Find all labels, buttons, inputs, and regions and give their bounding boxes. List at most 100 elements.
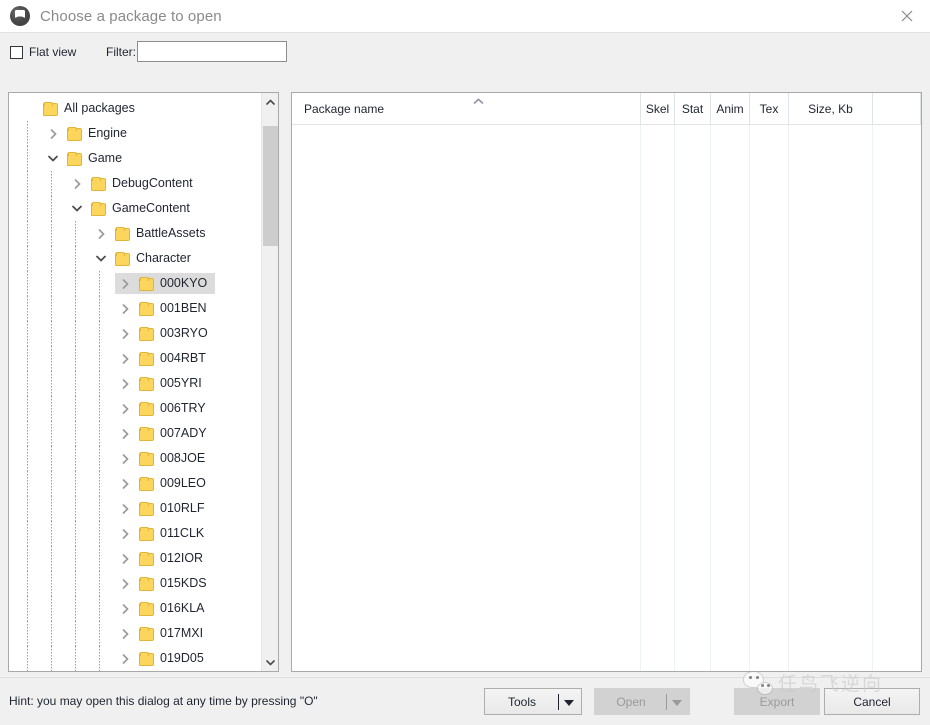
chevron-right-icon	[122, 303, 129, 314]
tree-guide-line	[99, 446, 100, 471]
package-list-body[interactable]	[292, 125, 921, 671]
tree-expander-collapsed[interactable]	[117, 451, 133, 467]
package-tree[interactable]: All packages Engine Game DebugContent GameCo…	[9, 93, 261, 671]
chevron-right-icon	[122, 278, 129, 289]
tree-vertical-scrollbar[interactable]	[261, 93, 278, 671]
folder-icon	[115, 226, 131, 241]
tree-guide-line	[51, 621, 52, 646]
tree-item-000kyo[interactable]: 000KYO	[9, 271, 261, 296]
tree-guide-line	[27, 546, 28, 571]
column-header-label: Stat	[681, 101, 704, 116]
tree-item-017mxi[interactable]: 017MXI	[9, 621, 261, 646]
scrollbar-thumb[interactable]	[263, 126, 278, 246]
tree-item-005yri[interactable]: 005YRI	[9, 371, 261, 396]
tree-expander-expanded[interactable]	[93, 251, 109, 267]
tree-guide-line	[99, 421, 100, 446]
column-header-skel[interactable]: Skel	[641, 93, 675, 124]
tree-expander-collapsed	[21, 101, 37, 117]
tree-guide-line	[75, 646, 76, 671]
tree-expander-collapsed[interactable]	[117, 576, 133, 592]
column-header-blank[interactable]	[873, 93, 921, 124]
tools-button[interactable]: Tools	[484, 688, 582, 715]
open-button-label: Open	[616, 694, 646, 709]
column-gridline	[674, 125, 675, 671]
tree-item-016kla[interactable]: 016KLA	[9, 596, 261, 621]
filter-input[interactable]	[137, 41, 287, 62]
tree-expander-collapsed[interactable]	[117, 351, 133, 367]
tree-item-label: 009LEO	[160, 476, 206, 490]
tree-expander-collapsed[interactable]	[93, 226, 109, 242]
tree-guide-line	[51, 496, 52, 521]
column-header-stat[interactable]: Stat	[675, 93, 711, 124]
chevron-up-icon	[473, 98, 483, 104]
chevron-right-icon	[122, 403, 129, 414]
tree-expander-expanded[interactable]	[45, 151, 61, 167]
tree-guide-line	[51, 371, 52, 396]
tree-item-003ryo[interactable]: 003RYO	[9, 321, 261, 346]
tree-expander-collapsed[interactable]	[117, 551, 133, 567]
tree-expander-collapsed[interactable]	[117, 401, 133, 417]
cancel-button[interactable]: Cancel	[824, 688, 920, 715]
tree-expander-expanded[interactable]	[69, 201, 85, 217]
tree-item-label: GameContent	[112, 201, 190, 215]
tree-item-debugcontent[interactable]: DebugContent	[9, 171, 261, 196]
folder-icon	[139, 426, 155, 441]
close-button[interactable]	[884, 0, 930, 32]
dropdown-separator	[558, 694, 559, 710]
tree-guide-line	[27, 646, 28, 671]
tree-item-007ady[interactable]: 007ADY	[9, 421, 261, 446]
tree-guide-line	[99, 346, 100, 371]
tree-item-gamecontent[interactable]: GameContent	[9, 196, 261, 221]
package-list-panel: Package name Skel Stat Anim Tex Size, Kb	[291, 92, 922, 672]
tree-item-012ior[interactable]: 012IOR	[9, 546, 261, 571]
tree-item-character[interactable]: Character	[9, 246, 261, 271]
column-header-anim[interactable]: Anim	[711, 93, 750, 124]
column-header-tex[interactable]: Tex	[750, 93, 789, 124]
tree-item-battleassets[interactable]: BattleAssets	[9, 221, 261, 246]
tree-item-all packages[interactable]: All packages	[9, 96, 261, 121]
tree-item-006try[interactable]: 006TRY	[9, 396, 261, 421]
tree-item-engine[interactable]: Engine	[9, 121, 261, 146]
column-header-size-kb[interactable]: Size, Kb	[789, 93, 873, 124]
tree-item-011clk[interactable]: 011CLK	[9, 521, 261, 546]
tree-expander-collapsed[interactable]	[117, 526, 133, 542]
tree-item-004rbt[interactable]: 004RBT	[9, 346, 261, 371]
tree-expander-collapsed[interactable]	[117, 501, 133, 517]
tree-guide-line	[75, 521, 76, 546]
tree-expander-collapsed[interactable]	[45, 126, 61, 142]
tree-item-010rlf[interactable]: 010RLF	[9, 496, 261, 521]
scroll-up-button[interactable]	[262, 93, 278, 110]
chevron-down-icon[interactable]	[564, 700, 574, 706]
tree-guide-line	[51, 271, 52, 296]
tree-guide-line	[99, 471, 100, 496]
tree-guide-line	[99, 646, 100, 671]
tree-expander-collapsed[interactable]	[117, 276, 133, 292]
chevron-right-icon	[122, 353, 129, 364]
column-header-package-name[interactable]: Package name	[293, 93, 641, 124]
tree-expander-collapsed[interactable]	[117, 651, 133, 667]
tree-expander-collapsed[interactable]	[117, 301, 133, 317]
tree-expander-collapsed[interactable]	[117, 601, 133, 617]
tree-expander-collapsed[interactable]	[117, 376, 133, 392]
folder-icon	[139, 301, 155, 316]
tree-expander-collapsed[interactable]	[117, 326, 133, 342]
chevron-right-icon	[122, 503, 129, 514]
tree-expander-collapsed[interactable]	[117, 476, 133, 492]
tree-item-game[interactable]: Game	[9, 146, 261, 171]
tree-item-001ben[interactable]: 001BEN	[9, 296, 261, 321]
folder-icon	[91, 176, 107, 191]
tree-item-009leo[interactable]: 009LEO	[9, 471, 261, 496]
tree-expander-collapsed[interactable]	[69, 176, 85, 192]
tree-expander-collapsed[interactable]	[117, 426, 133, 442]
chevron-right-icon	[122, 428, 129, 439]
tree-item-label: 007ADY	[160, 426, 207, 440]
flat-view-checkbox[interactable]: Flat view	[10, 43, 76, 61]
tree-item-label: 019D05	[160, 651, 204, 665]
tree-item-019d05[interactable]: 019D05	[9, 646, 261, 671]
scroll-down-button[interactable]	[262, 654, 278, 671]
list-column-headers: Package name Skel Stat Anim Tex Size, Kb	[292, 93, 921, 125]
tree-expander-collapsed[interactable]	[117, 626, 133, 642]
folder-icon	[139, 401, 155, 416]
tree-item-008joe[interactable]: 008JOE	[9, 446, 261, 471]
tree-item-015kds[interactable]: 015KDS	[9, 571, 261, 596]
